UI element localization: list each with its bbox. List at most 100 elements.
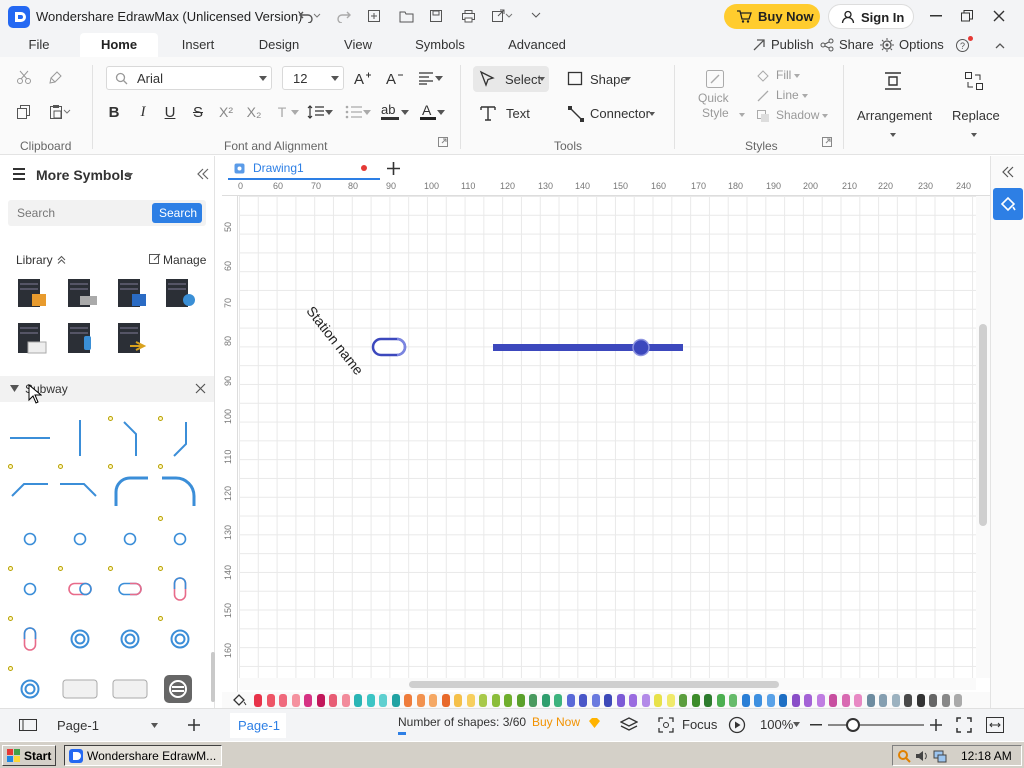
- zoom-select[interactable]: 100%: [758, 715, 806, 735]
- text-case-icon[interactable]: T: [272, 102, 292, 122]
- color-swatch[interactable]: [604, 694, 612, 707]
- subway-station-circle[interactable]: [156, 515, 204, 563]
- color-swatch[interactable]: [941, 694, 950, 707]
- minimize-icon[interactable]: [926, 6, 946, 26]
- color-swatch[interactable]: [541, 694, 550, 707]
- buy-now-button[interactable]: Buy Now: [724, 4, 820, 29]
- fullscreen-icon[interactable]: [985, 715, 1005, 735]
- styles-launcher-icon[interactable]: [820, 135, 834, 149]
- align-icon[interactable]: [416, 68, 436, 88]
- subway-station-circle[interactable]: [6, 565, 54, 613]
- strikethrough-icon[interactable]: S: [188, 102, 208, 122]
- color-swatch[interactable]: [254, 694, 262, 707]
- redo-icon[interactable]: [334, 6, 354, 26]
- tab-view[interactable]: View: [336, 33, 380, 57]
- subway-station-capsule[interactable]: [56, 565, 104, 613]
- customize-toolbar-icon[interactable]: [526, 6, 546, 26]
- quick-style-button[interactable]: Quick Style: [694, 67, 738, 123]
- copy-icon[interactable]: [14, 102, 34, 122]
- page-panel-icon[interactable]: [18, 715, 38, 735]
- publish-button[interactable]: Publish: [752, 36, 814, 54]
- font-size-select[interactable]: 12: [282, 66, 344, 90]
- color-swatch[interactable]: [429, 694, 437, 707]
- library-symbol-server[interactable]: [64, 320, 98, 356]
- vertical-scrollbar-thumb[interactable]: [979, 324, 987, 526]
- increase-font-icon[interactable]: A: [352, 68, 372, 88]
- color-swatch[interactable]: [854, 694, 862, 707]
- focus-label[interactable]: Focus: [682, 717, 717, 732]
- color-swatch[interactable]: [391, 694, 400, 707]
- tab-advanced[interactable]: Advanced: [502, 33, 572, 57]
- color-swatch[interactable]: [904, 694, 912, 707]
- subway-station-capsule[interactable]: [106, 565, 154, 613]
- color-swatch[interactable]: [316, 694, 325, 707]
- align-dropdown-icon[interactable]: [434, 68, 444, 88]
- format-panel-button[interactable]: [993, 188, 1023, 220]
- color-swatch[interactable]: [791, 694, 800, 707]
- color-swatch[interactable]: [354, 694, 362, 707]
- italic-icon[interactable]: I: [133, 102, 153, 122]
- color-swatch[interactable]: [454, 694, 462, 707]
- collapse-ribbon-icon[interactable]: [990, 35, 1010, 55]
- underline-icon[interactable]: U: [160, 102, 180, 122]
- library-symbol-server[interactable]: [114, 276, 148, 310]
- panel-scrollbar[interactable]: [211, 652, 215, 702]
- color-swatch[interactable]: [566, 694, 575, 707]
- decrease-font-icon[interactable]: A: [384, 68, 404, 88]
- shadow-button[interactable]: Shadow: [756, 107, 830, 125]
- color-swatch[interactable]: [291, 694, 300, 707]
- subway-station-capsule-vertical[interactable]: [156, 565, 204, 613]
- subway-station-circle[interactable]: [56, 515, 104, 563]
- focus-icon[interactable]: [656, 715, 676, 735]
- restore-icon[interactable]: [957, 6, 977, 26]
- color-swatch[interactable]: [891, 694, 900, 707]
- add-document-icon[interactable]: [383, 158, 403, 178]
- subway-line-diagonal[interactable]: [56, 462, 104, 510]
- subscript-icon[interactable]: X₂: [244, 102, 264, 122]
- taskbar-app-button[interactable]: Wondershare EdrawM...: [64, 745, 222, 766]
- subway-transfer-icon[interactable]: [156, 665, 204, 713]
- color-swatch[interactable]: [304, 694, 312, 707]
- subway-line-diagonal[interactable]: [6, 462, 54, 510]
- library-symbol-server[interactable]: [114, 320, 148, 356]
- subway-line-curve[interactable]: [106, 462, 154, 510]
- color-swatch[interactable]: [841, 694, 850, 707]
- color-swatch[interactable]: [466, 694, 475, 707]
- format-painter-icon[interactable]: [46, 67, 66, 87]
- color-swatch[interactable]: [779, 694, 787, 707]
- color-swatch[interactable]: [579, 694, 587, 707]
- color-swatch[interactable]: [329, 694, 337, 707]
- color-swatch[interactable]: [491, 694, 500, 707]
- subway-station-capsule-vertical[interactable]: [6, 615, 54, 663]
- station-capsule-shape[interactable]: [371, 336, 409, 358]
- color-swatch[interactable]: [266, 694, 275, 707]
- color-swatch[interactable]: [804, 694, 812, 707]
- fit-page-icon[interactable]: [954, 715, 974, 735]
- line-spacing-icon[interactable]: [306, 102, 326, 122]
- zoom-in-icon[interactable]: [926, 715, 946, 735]
- status-buy-now-link[interactable]: Buy Now: [532, 715, 580, 729]
- undo-dropdown-icon[interactable]: [312, 6, 322, 26]
- bullets-icon[interactable]: [344, 102, 364, 122]
- color-swatch[interactable]: [954, 694, 962, 707]
- replace-button[interactable]: Replace: [944, 67, 1004, 143]
- library-symbol-server[interactable]: [162, 276, 196, 310]
- subway-line-vertical[interactable]: [56, 414, 104, 462]
- bullets-dropdown-icon[interactable]: [362, 102, 372, 122]
- color-swatch[interactable]: [529, 694, 537, 707]
- subway-station-interchange[interactable]: [6, 665, 54, 713]
- line-spacing-dropdown-icon[interactable]: [324, 102, 334, 122]
- collapse-panel-icon[interactable]: [193, 164, 213, 184]
- color-swatch[interactable]: [729, 694, 737, 707]
- color-swatch[interactable]: [879, 694, 887, 707]
- quick-style-dropdown-icon[interactable]: [737, 105, 747, 125]
- font-color-dropdown-icon[interactable]: [436, 102, 446, 122]
- subway-station-circle[interactable]: [106, 515, 154, 563]
- layers-icon[interactable]: [619, 715, 639, 735]
- color-swatch[interactable]: [504, 694, 512, 707]
- color-swatch[interactable]: [379, 694, 387, 707]
- color-swatch[interactable]: [741, 694, 750, 707]
- start-button[interactable]: Start: [2, 745, 56, 766]
- tab-design[interactable]: Design: [252, 33, 306, 57]
- color-swatch[interactable]: [404, 694, 412, 707]
